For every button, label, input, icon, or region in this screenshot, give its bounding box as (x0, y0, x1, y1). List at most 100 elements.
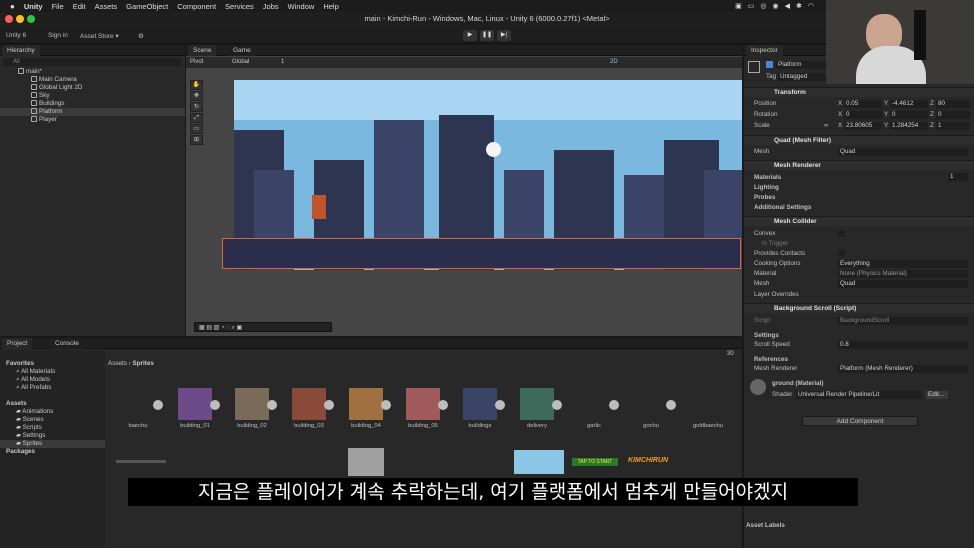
cloud-settings-icon[interactable]: ⚙ (138, 32, 144, 40)
tab-console[interactable]: Console (50, 338, 84, 349)
tilemap-tool-icon[interactable]: ▦ ▤ ▧ ◔ ◌ ⌕ ▣ (199, 324, 242, 332)
convex-checkbox[interactable] (838, 230, 845, 237)
materials-count[interactable]: 1 (948, 173, 968, 181)
sprite-asset[interactable]: garlic (572, 388, 619, 429)
folder-thumb-icon[interactable] (348, 448, 384, 476)
contacts-checkbox[interactable] (838, 250, 845, 257)
packages-folder[interactable]: Packages (0, 448, 35, 456)
sprite-asset[interactable]: building_01 (173, 388, 220, 429)
renderer-ref-field[interactable]: Platform (Mesh Renderer) (838, 365, 968, 373)
sprite-asset[interactable]: baechu (116, 388, 163, 429)
expand-sprite-icon[interactable] (609, 400, 619, 410)
rotation-z-field[interactable]: 0 (936, 111, 970, 119)
menu-gameobject[interactable]: GameObject (126, 2, 168, 11)
tap-to-start-thumb[interactable]: TAP TO START (572, 458, 618, 466)
sprite-asset[interactable]: building_05 (401, 388, 448, 429)
grid-size-field[interactable]: 1 (281, 59, 284, 65)
shader-dropdown[interactable]: Universal Render Pipeline/Lit (796, 391, 922, 399)
transform-header[interactable]: Transform (744, 87, 974, 97)
expand-sprite-icon[interactable] (666, 400, 676, 410)
position-z-field[interactable]: 80 (936, 100, 970, 108)
apple-icon[interactable]: ● (10, 2, 15, 11)
asset-labels-header[interactable]: Asset Labels (746, 521, 785, 530)
menu-window[interactable]: Window (288, 2, 315, 11)
link-icon[interactable]: ∞ (824, 122, 829, 130)
sprite-asset[interactable]: goldbaechu (686, 388, 730, 429)
minimize-window-button[interactable] (16, 15, 24, 23)
add-component-button[interactable]: Add Component (802, 416, 918, 426)
camera-status-icon[interactable]: ▣ (735, 2, 742, 10)
folder-settings[interactable]: ▰ Settings (0, 432, 45, 440)
sprite-asset[interactable]: building_02 (230, 388, 277, 429)
position-x-field[interactable]: 0.05 (844, 100, 882, 108)
scale-y-field[interactable]: 1.284254 (890, 122, 928, 130)
rotate-tool-icon[interactable]: ↻ (190, 102, 203, 112)
breadcrumb-assets[interactable]: Assets (108, 360, 127, 367)
sprite-asset[interactable]: building_03 (287, 388, 334, 429)
favorites-header[interactable]: Favorites (0, 360, 34, 368)
scroll-speed-field[interactable]: 0.8 (838, 341, 968, 349)
sprite-asset[interactable]: building_04 (344, 388, 391, 429)
mesh-field[interactable]: Quad (838, 148, 968, 156)
folder-scripts[interactable]: ▰ Scripts (0, 424, 42, 432)
probes-foldout[interactable]: Probes (754, 193, 775, 202)
hierarchy-item-sky[interactable]: Sky (0, 92, 185, 100)
rotation-y-field[interactable]: 0 (890, 111, 928, 119)
sync-status-icon[interactable]: ◎ (760, 2, 766, 10)
assets-folder[interactable]: Assets (0, 400, 27, 408)
hierarchy-item-player[interactable]: Player (0, 116, 185, 124)
expand-sprite-icon[interactable] (495, 400, 505, 410)
rect-tool-icon[interactable]: ▭ (190, 124, 203, 134)
expand-sprite-icon[interactable] (324, 400, 334, 410)
menu-file[interactable]: File (52, 2, 64, 11)
menu-jobs[interactable]: Jobs (263, 2, 279, 11)
sprite-asset[interactable]: buildings (458, 388, 505, 429)
unity-account-button[interactable]: Unity 6 (6, 32, 26, 39)
folder-sprites[interactable]: ▰ Sprites (0, 440, 105, 448)
close-window-button[interactable] (5, 15, 13, 23)
hand-tool-icon[interactable]: ✋ (190, 80, 203, 90)
folder-scenes[interactable]: ▰ Scenes (0, 416, 44, 424)
breadcrumb-sprites[interactable]: Sprites (133, 360, 154, 367)
physics-material-field[interactable]: None (Physics Material) (838, 270, 968, 278)
expand-sprite-icon[interactable] (552, 400, 562, 410)
menu-help[interactable]: Help (323, 2, 338, 11)
hierarchy-item-main-camera[interactable]: Main Camera (0, 76, 185, 84)
mesh-filter-header[interactable]: Quad (Mesh Filter) (744, 135, 974, 145)
wifi-status-icon[interactable]: ◠ (808, 2, 814, 10)
mesh-renderer-header[interactable]: Mesh Renderer (744, 160, 974, 170)
global-dropdown[interactable]: Global (232, 59, 249, 65)
play-button[interactable]: ▶ (463, 30, 477, 41)
menu-assets[interactable]: Assets (95, 2, 118, 11)
sky-thumb[interactable] (514, 450, 564, 474)
folder-animations[interactable]: ▰ Animations (0, 408, 53, 416)
sprite-thumb[interactable] (116, 460, 166, 463)
pause-button[interactable]: ❚❚ (480, 30, 494, 41)
hierarchy-item-buildings[interactable]: Buildings (0, 100, 185, 108)
expand-sprite-icon[interactable] (381, 400, 391, 410)
tab-scene[interactable]: Scene (188, 45, 217, 56)
position-y-field[interactable]: -4.4612 (890, 100, 928, 108)
tab-hierarchy[interactable]: Hierarchy (2, 45, 40, 56)
zoom-window-button[interactable] (27, 15, 35, 23)
sprite-asset[interactable]: gochu (629, 388, 676, 429)
material-title[interactable]: ground (Material) (772, 379, 823, 388)
layer-overrides-foldout[interactable]: Layer Overrides (754, 290, 799, 299)
additional-settings-foldout[interactable]: Additional Settings (754, 203, 811, 212)
cooking-dropdown[interactable]: Everything (838, 260, 968, 268)
tab-inspector[interactable]: Inspector (746, 45, 783, 56)
scale-tool-icon[interactable]: ⤢ (190, 113, 203, 123)
pivot-dropdown[interactable]: Pivot (190, 59, 203, 65)
tab-game[interactable]: Game (228, 45, 256, 56)
step-button[interactable]: ▶| (497, 30, 511, 41)
background-scroll-header[interactable]: Background Scroll (Script) (744, 303, 974, 313)
asset-store-button[interactable]: Asset Store ▾ (80, 32, 119, 40)
collider-mesh-field[interactable]: Quad (838, 280, 968, 288)
menu-services[interactable]: Services (225, 2, 254, 11)
bluetooth-status-icon[interactable]: ✱ (796, 2, 802, 10)
rotation-x-field[interactable]: 0 (844, 111, 882, 119)
record-status-icon[interactable]: ◉ (773, 2, 779, 10)
platform-selection[interactable] (222, 238, 741, 269)
scale-z-field[interactable]: 1 (936, 122, 970, 130)
kimchirun-logo-thumb[interactable]: KIMCHIRUN (628, 456, 678, 466)
